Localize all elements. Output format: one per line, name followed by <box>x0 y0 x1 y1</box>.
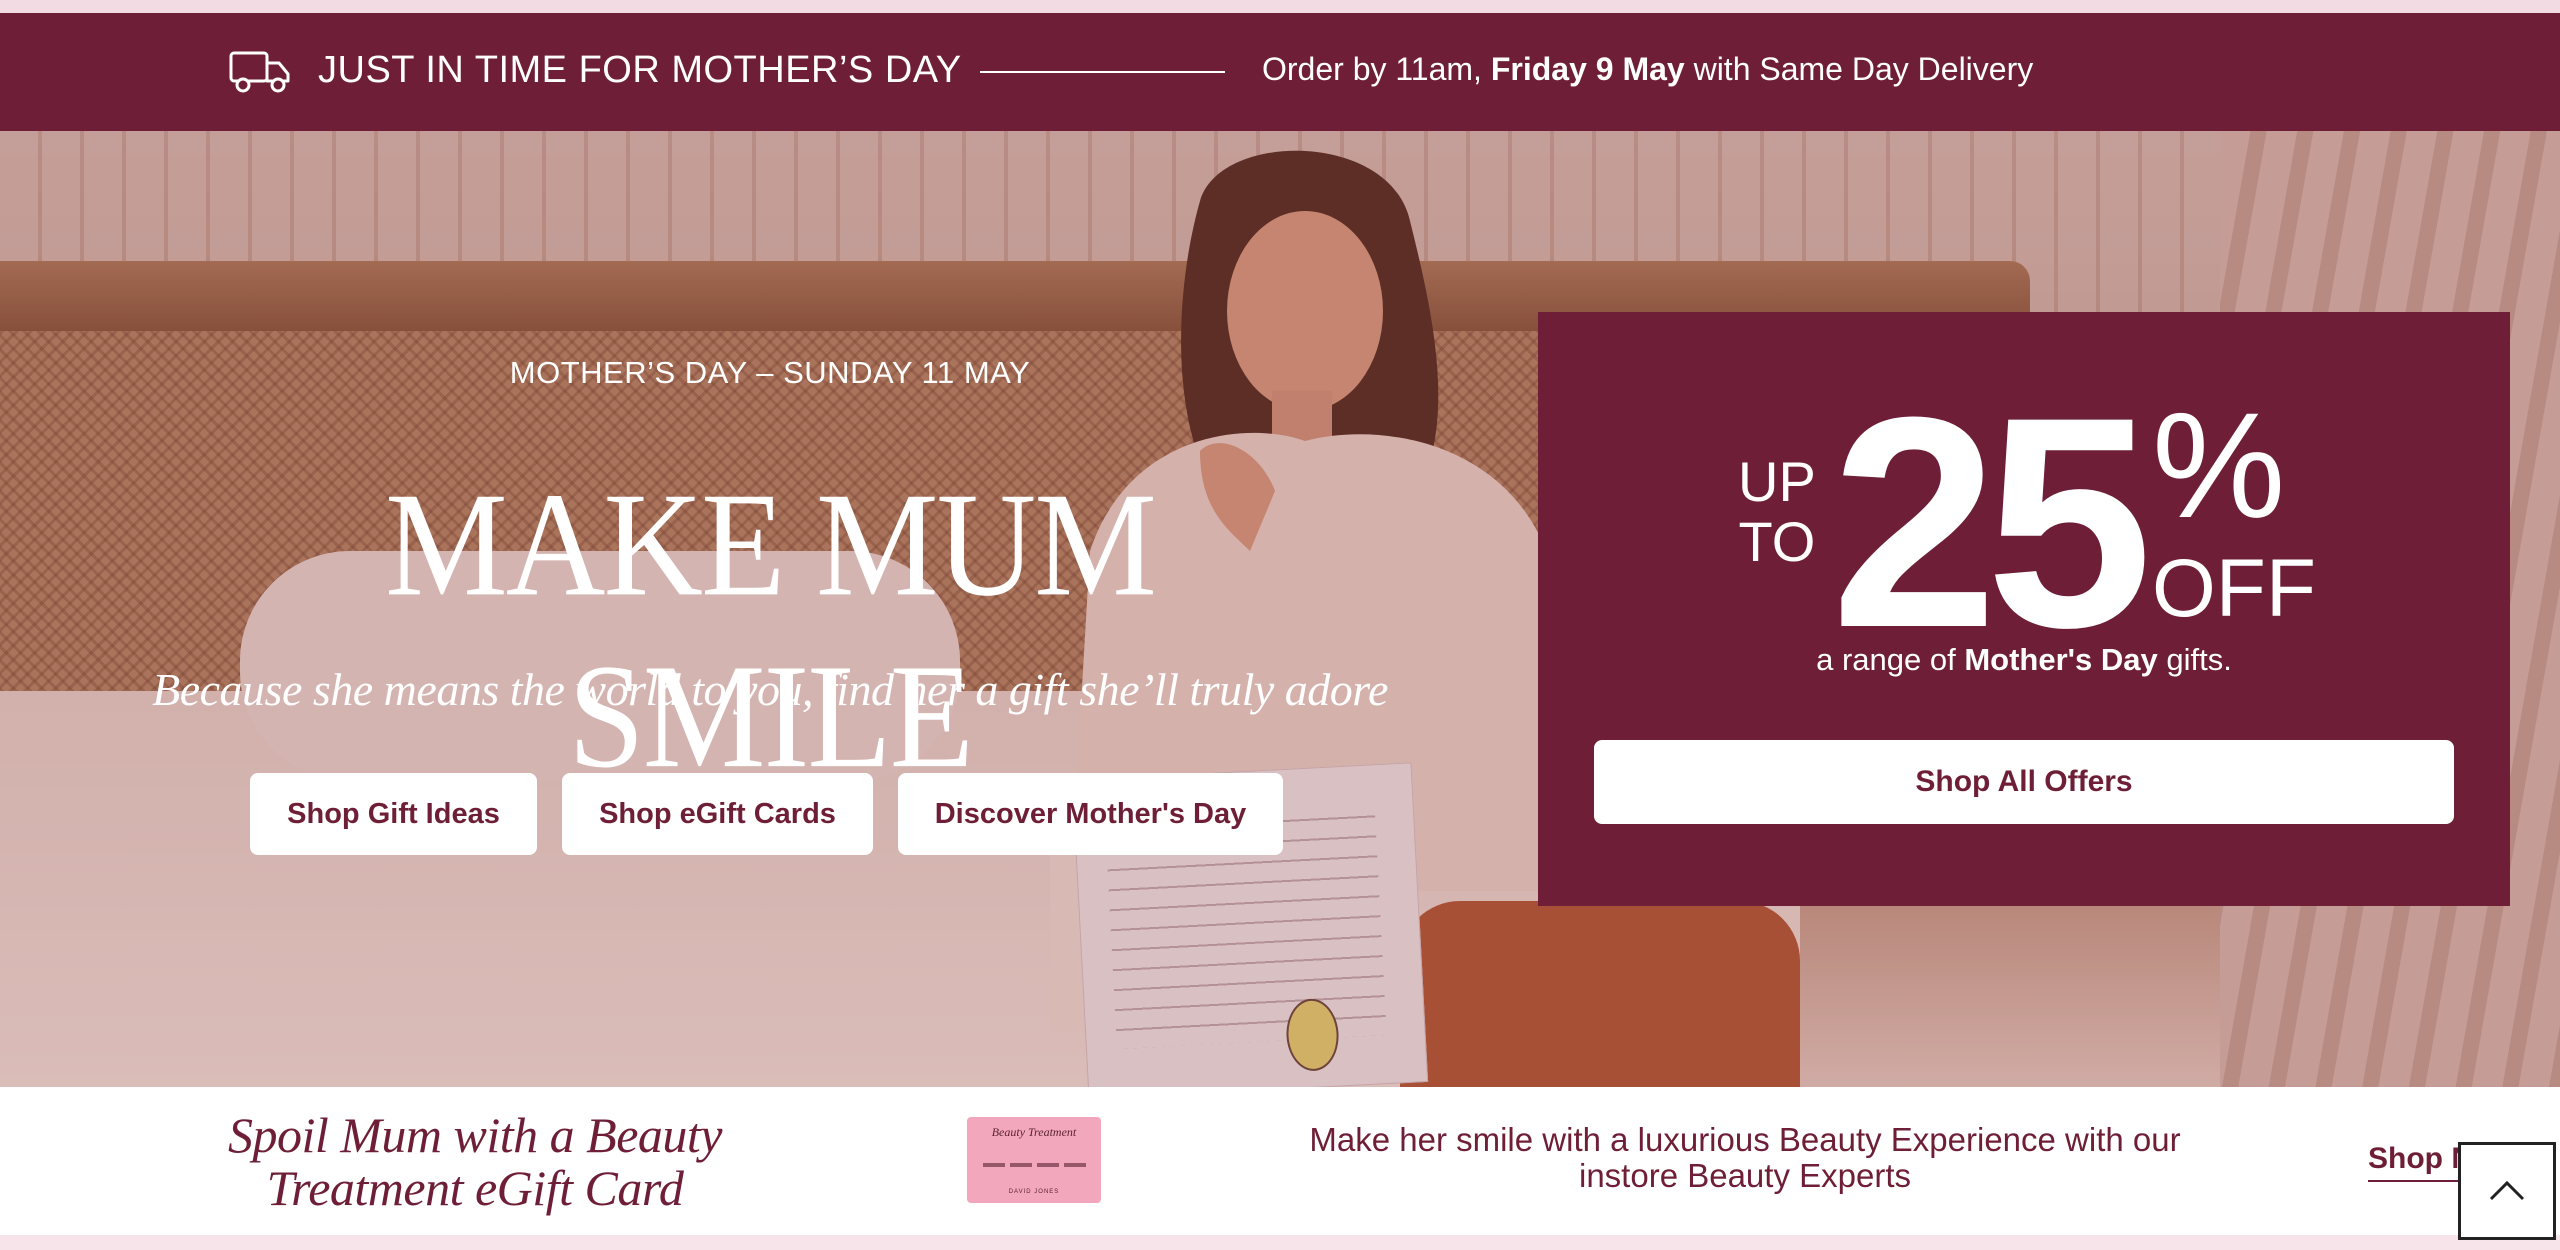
beauty-promo-strip: Spoil Mum with a Beauty Treatment eGift … <box>0 1087 2560 1235</box>
chevron-up-icon <box>2489 1180 2525 1201</box>
promo-card-title: Beauty Treatment <box>991 1125 1077 1139</box>
promo-card-brand: DAVID JONES <box>1008 1189 1060 1195</box>
delivery-banner[interactable]: JUST IN TIME FOR MOTHER’S DAY Order by 1… <box>0 13 2560 131</box>
offer-caption-bold: Mother's Day <box>1964 642 2158 677</box>
delivery-order-date: Friday 9 May <box>1490 51 1685 87</box>
offer-caption-suffix: gifts. <box>2157 642 2232 677</box>
delivery-order-suffix: with Same Day Delivery <box>1684 51 2034 87</box>
top-strip <box>0 0 2560 13</box>
promo-heading: Spoil Mum with a Beauty Treatment eGift … <box>200 1109 750 1215</box>
promo-heading-line1: Spoil Mum with a Beauty <box>228 1107 723 1163</box>
hero-eyebrow: MOTHER’S DAY – SUNDAY 11 MAY <box>509 355 1031 390</box>
promo-description: Make her smile with a luxurious Beauty E… <box>1309 1121 2181 1194</box>
offer-up-to: UP TO <box>1738 452 1816 572</box>
delivery-details: Order by 11am, Friday 9 May with Same Da… <box>1262 51 2033 88</box>
beauty-treatment-gift-card-image[interactable]: Beauty Treatment DAVID JONES <box>967 1117 1101 1203</box>
delivery-truck-icon <box>229 51 290 93</box>
delivery-divider <box>980 71 1225 73</box>
hero-title: MAKE MUM SMILE <box>385 461 1157 799</box>
offer-panel: UP TO 25 % OFF a range of Mother's Day g… <box>1538 312 2510 906</box>
page: JUST IN TIME FOR MOTHER’S DAY Order by 1… <box>0 0 2560 1250</box>
offer-to: TO <box>1738 510 1816 573</box>
back-to-top-button[interactable] <box>2458 1142 2556 1240</box>
offer-caption-prefix: a range of <box>1816 642 1965 677</box>
offer-caption: a range of Mother's Day gifts. <box>1538 642 2510 678</box>
bottom-strip <box>0 1235 2560 1250</box>
shop-all-offers-button[interactable]: Shop All Offers <box>1594 740 2454 824</box>
shop-egift-cards-button[interactable]: Shop eGift Cards <box>562 773 873 855</box>
offer-amount: 25 <box>1831 354 2153 690</box>
offer-percent: % <box>2152 381 2286 549</box>
offer-up: UP <box>1738 450 1816 513</box>
discover-mothers-day-button[interactable]: Discover Mother's Day <box>898 773 1283 855</box>
promo-heading-line2: Treatment eGift Card <box>266 1160 684 1216</box>
promo-card-brand-logos <box>982 1162 1086 1167</box>
shop-gift-ideas-button[interactable]: Shop Gift Ideas <box>250 773 537 855</box>
hero-subtitle: Because she means the world to you, find… <box>152 664 1388 715</box>
delivery-order-prefix: Order by 11am, <box>1262 51 1491 87</box>
offer-off: OFF <box>2152 543 2316 634</box>
delivery-headline: JUST IN TIME FOR MOTHER’S DAY <box>318 49 962 91</box>
